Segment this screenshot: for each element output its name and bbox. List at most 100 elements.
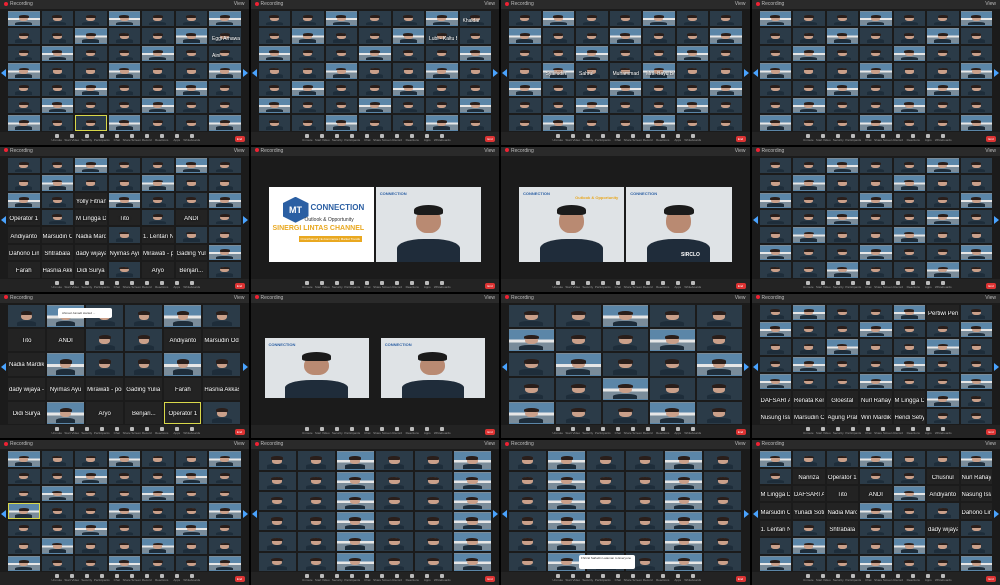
participant-tile[interactable]: Hendi Setiyanto (893, 408, 925, 425)
participant-tile[interactable] (893, 115, 925, 131)
participant-tile[interactable] (759, 321, 791, 338)
end-meeting-button[interactable]: End (735, 576, 746, 582)
next-page-arrow-icon[interactable] (242, 362, 248, 371)
participant-tile[interactable] (676, 28, 708, 44)
participant-tile[interactable] (86, 328, 124, 352)
participant-tile[interactable] (258, 115, 290, 131)
participant-tile[interactable] (548, 471, 586, 490)
participant-tile[interactable] (509, 552, 547, 571)
participant-tile[interactable] (8, 11, 40, 27)
participant-tile[interactable] (509, 80, 541, 96)
participant-tile[interactable] (41, 192, 73, 208)
control-button[interactable]: Share Screen (624, 574, 642, 583)
next-page-arrow-icon[interactable] (242, 509, 248, 518)
participant-tile[interactable] (555, 377, 601, 400)
next-page-arrow-icon[interactable] (743, 509, 749, 518)
control-button[interactable]: Apps (673, 133, 682, 143)
participant-tile[interactable] (453, 471, 491, 490)
participant-tile[interactable] (893, 468, 925, 485)
end-meeting-button[interactable]: End (234, 135, 245, 142)
control-button[interactable]: Security (582, 574, 593, 583)
participant-tile[interactable] (696, 353, 742, 376)
participant-tile[interactable] (555, 304, 601, 327)
participant-tile[interactable] (8, 80, 40, 96)
control-button[interactable]: Unmute (553, 427, 563, 436)
participant-tile[interactable] (509, 328, 554, 352)
end-meeting-button[interactable]: End (986, 135, 996, 142)
participant-tile[interactable] (548, 532, 586, 551)
participant-tile[interactable] (759, 157, 791, 174)
participant-tile[interactable]: Hasnia Akkas (203, 377, 241, 400)
end-meeting-button[interactable]: End (735, 429, 746, 436)
participant-tile[interactable] (826, 356, 858, 373)
participant-tile[interactable] (175, 45, 207, 62)
participant-tile[interactable]: Operator 1 (826, 468, 858, 485)
participant-tile[interactable] (459, 28, 491, 44)
participant-tile[interactable] (609, 80, 641, 96)
participant-tile[interactable] (142, 97, 174, 114)
control-button[interactable]: Start Video (565, 280, 580, 290)
view-button[interactable]: View (985, 147, 996, 156)
control-button[interactable]: Whiteboards (684, 280, 701, 290)
control-button[interactable]: Chat (363, 133, 372, 143)
participant-tile[interactable] (509, 11, 541, 27)
participant-tile[interactable]: Agung Prabowo (826, 408, 858, 425)
participant-tile[interactable] (175, 11, 207, 27)
control-button[interactable]: Chat (864, 280, 873, 290)
control-button[interactable]: Share Screen (373, 427, 391, 436)
participant-tile[interactable] (893, 321, 925, 338)
participant-tile[interactable] (826, 11, 858, 27)
participant-tile[interactable] (142, 157, 174, 174)
participant-tile[interactable] (175, 468, 207, 485)
participant-tile[interactable] (336, 512, 374, 531)
participant-tile[interactable] (893, 520, 925, 537)
speaker-video[interactable]: CONNECTION Outlook & Opportunity (519, 186, 625, 262)
control-button[interactable]: Chat (363, 574, 372, 583)
previous-page-arrow-icon[interactable] (251, 509, 257, 518)
participant-tile[interactable] (927, 321, 959, 338)
control-button[interactable]: Whiteboards (935, 133, 952, 143)
participant-tile[interactable] (142, 175, 174, 191)
participant-tile[interactable] (696, 401, 742, 425)
participant-tile[interactable] (759, 45, 791, 62)
participant-tile[interactable] (75, 503, 107, 519)
participant-tile[interactable] (336, 532, 374, 551)
participant-tile[interactable] (759, 468, 791, 485)
next-page-arrow-icon[interactable] (743, 69, 749, 78)
control-button[interactable]: Share Screen (874, 280, 892, 290)
control-button[interactable]: Record (893, 427, 903, 436)
participant-tile[interactable] (793, 262, 825, 278)
control-button[interactable]: Start Video (315, 280, 330, 290)
previous-page-arrow-icon[interactable] (752, 69, 758, 78)
control-button[interactable]: Reactions (406, 280, 419, 290)
participant-tile[interactable] (509, 401, 554, 425)
next-page-arrow-icon[interactable] (994, 509, 999, 518)
participant-tile[interactable] (209, 520, 241, 537)
control-button[interactable]: Whiteboards (684, 427, 701, 436)
participant-tile[interactable] (676, 11, 708, 27)
participant-tile[interactable] (860, 520, 892, 537)
participant-tile[interactable] (209, 486, 241, 502)
participant-tile[interactable] (860, 244, 892, 261)
participant-tile[interactable] (587, 532, 625, 551)
control-button[interactable]: Apps (172, 280, 181, 290)
control-button[interactable]: Unmute (302, 574, 313, 583)
end-meeting-button[interactable]: End (485, 576, 495, 582)
participant-tile[interactable] (258, 63, 290, 79)
participant-tile[interactable]: Tito (8, 328, 46, 352)
participant-tile[interactable] (509, 377, 554, 400)
participant-tile[interactable] (292, 80, 324, 96)
participant-tile[interactable] (108, 115, 140, 131)
participant-tile[interactable] (297, 471, 335, 490)
participant-tile[interactable] (759, 451, 791, 467)
participant-tile[interactable] (108, 503, 140, 519)
participant-tile[interactable] (325, 80, 357, 96)
control-button[interactable]: Chat (613, 133, 622, 143)
participant-tile[interactable] (414, 552, 452, 571)
previous-page-arrow-icon[interactable] (251, 69, 257, 78)
participant-tile[interactable] (793, 244, 825, 261)
participant-tile[interactable] (960, 80, 992, 96)
participant-tile[interactable]: M Lingga Dary... (75, 209, 107, 226)
control-button[interactable]: Security (81, 280, 92, 290)
control-button[interactable]: Unmute (803, 427, 814, 436)
